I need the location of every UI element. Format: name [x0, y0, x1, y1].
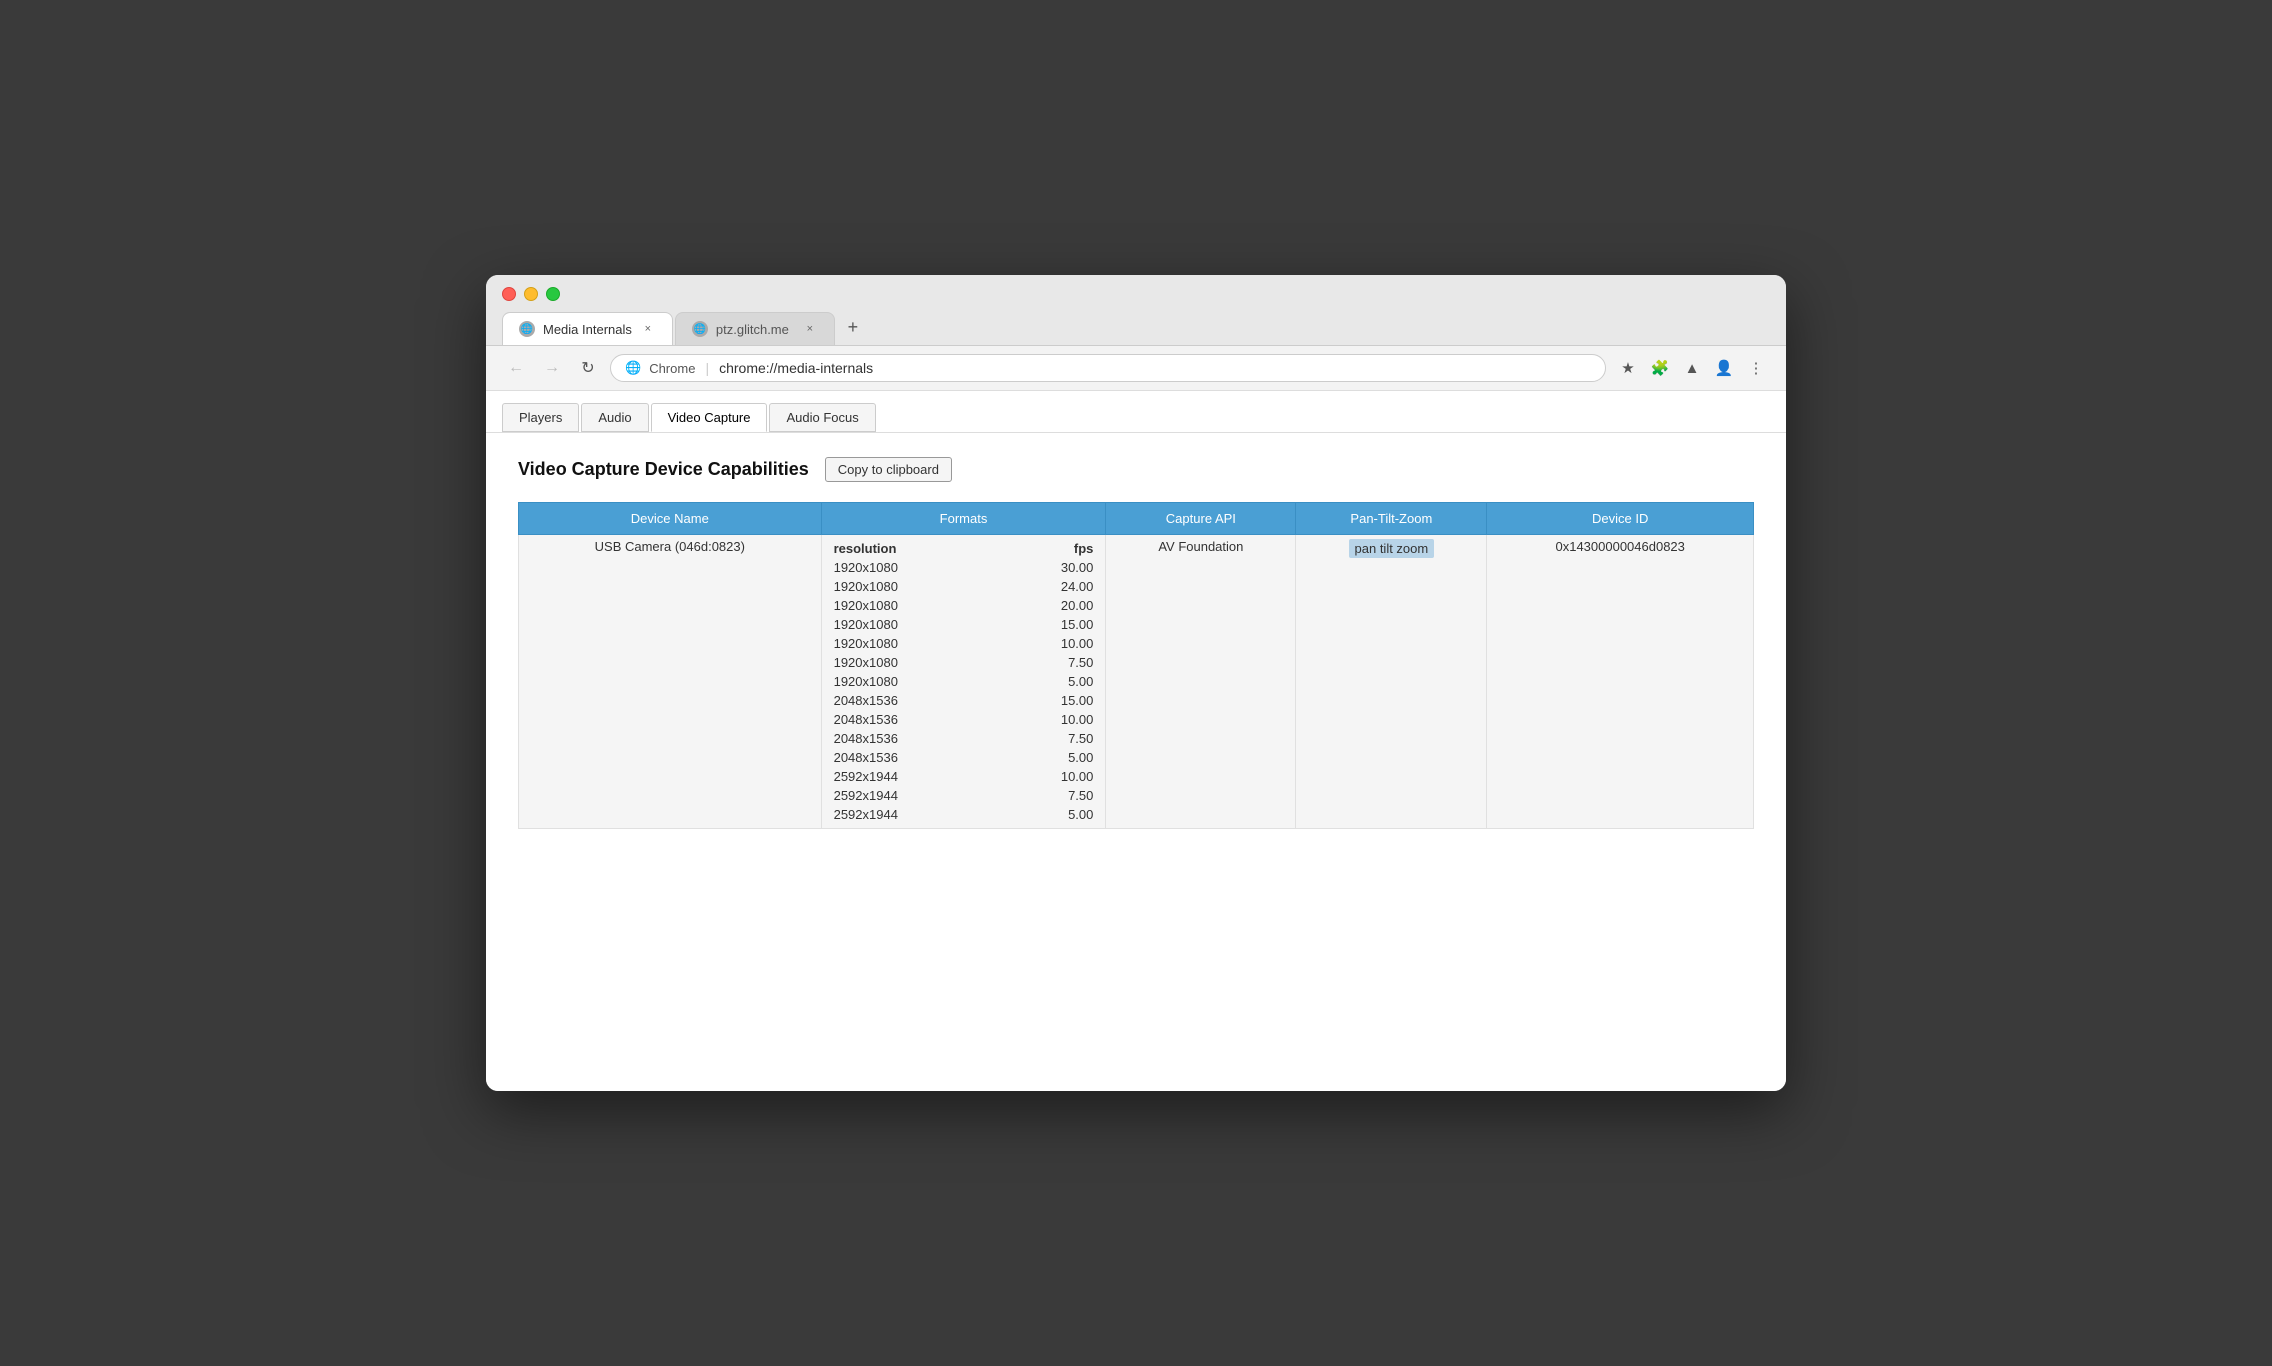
format-row: 1920x1080 7.50 — [834, 653, 1094, 672]
forward-button[interactable]: → — [538, 354, 566, 382]
col-header-device-name: Device Name — [519, 503, 822, 535]
toolbar-actions: ★ 🧩 ▲ 👤 ⋮ — [1614, 354, 1770, 382]
format-row: 1920x1080 5.00 — [834, 672, 1094, 691]
format-resolution: 1920x1080 — [834, 617, 924, 632]
format-row: 2592x1944 5.00 — [834, 805, 1094, 824]
format-row: 1920x1080 30.00 — [834, 558, 1094, 577]
extensions-icon[interactable]: 🧩 — [1646, 354, 1674, 382]
tab-audio-focus[interactable]: Audio Focus — [769, 403, 875, 432]
format-fps: 5.00 — [1043, 674, 1093, 689]
format-fps: 7.50 — [1043, 655, 1093, 670]
tab-label-ptz: ptz.glitch.me — [716, 322, 789, 337]
tab-favicon-media-internals: 🌐 — [519, 321, 535, 337]
resolution-header: resolution — [834, 541, 924, 556]
format-fps: 30.00 — [1043, 560, 1093, 575]
col-header-ptz: Pan-Tilt-Zoom — [1296, 503, 1487, 535]
tab-audio[interactable]: Audio — [581, 403, 648, 432]
format-resolution: 1920x1080 — [834, 674, 924, 689]
maximize-button[interactable] — [546, 287, 560, 301]
bookmark-icon[interactable]: ★ — [1614, 354, 1642, 382]
col-header-capture-api: Capture API — [1106, 503, 1296, 535]
format-row: 2048x1536 5.00 — [834, 748, 1094, 767]
copy-to-clipboard-button[interactable]: Copy to clipboard — [825, 457, 952, 482]
tab-favicon-ptz: 🌐 — [692, 321, 708, 337]
formats-cell: resolution fps 1920x1080 30.00 1920x1080 24.0… — [821, 535, 1106, 829]
browser-tab-ptz[interactable]: 🌐 ptz.glitch.me × — [675, 312, 835, 345]
browser-tab-media-internals[interactable]: 🌐 Media Internals × — [502, 312, 673, 345]
format-resolution: 2592x1944 — [834, 769, 924, 784]
format-row: 2592x1944 10.00 — [834, 767, 1094, 786]
format-fps: 7.50 — [1043, 731, 1093, 746]
col-header-formats: Formats — [821, 503, 1106, 535]
format-resolution: 2592x1944 — [834, 788, 924, 803]
browser-window: 🌐 Media Internals × 🌐 ptz.glitch.me × + … — [486, 275, 1786, 1091]
cast-icon[interactable]: ▲ — [1678, 354, 1706, 382]
format-fps: 24.00 — [1043, 579, 1093, 594]
format-resolution: 1920x1080 — [834, 598, 924, 613]
traffic-lights — [502, 287, 1770, 301]
format-row: 1920x1080 10.00 — [834, 634, 1094, 653]
format-fps: 5.00 — [1043, 750, 1093, 765]
address-bar[interactable]: 🌐 Chrome | chrome://media-internals — [610, 354, 1606, 382]
format-fps: 10.00 — [1043, 636, 1093, 651]
format-row: 1920x1080 20.00 — [834, 596, 1094, 615]
menu-icon[interactable]: ⋮ — [1742, 354, 1770, 382]
new-tab-button[interactable]: + — [837, 311, 869, 343]
format-fps: 20.00 — [1043, 598, 1093, 613]
format-resolution: 1920x1080 — [834, 579, 924, 594]
format-fps: 15.00 — [1043, 693, 1093, 708]
capture-api-cell: AV Foundation — [1106, 535, 1296, 829]
tab-close-media-internals[interactable]: × — [640, 321, 656, 337]
col-header-device-id: Device ID — [1487, 503, 1754, 535]
section-title: Video Capture Device Capabilities — [518, 459, 809, 480]
address-url: chrome://media-internals — [719, 360, 873, 376]
address-protocol: Chrome — [649, 361, 695, 376]
format-row: 2048x1536 10.00 — [834, 710, 1094, 729]
main-content: Video Capture Device Capabilities Copy t… — [486, 433, 1786, 853]
tab-label-media-internals: Media Internals — [543, 322, 632, 337]
close-button[interactable] — [502, 287, 516, 301]
tab-video-capture[interactable]: Video Capture — [651, 403, 768, 432]
format-row: 2048x1536 7.50 — [834, 729, 1094, 748]
tab-close-ptz[interactable]: × — [802, 321, 818, 337]
format-resolution: 1920x1080 — [834, 560, 924, 575]
format-resolution: 2048x1536 — [834, 750, 924, 765]
ptz-cell: pan tilt zoom — [1296, 535, 1487, 829]
format-resolution: 1920x1080 — [834, 655, 924, 670]
format-row: 1920x1080 24.00 — [834, 577, 1094, 596]
format-row: 2592x1944 7.50 — [834, 786, 1094, 805]
format-resolution: 2592x1944 — [834, 807, 924, 822]
section-header: Video Capture Device Capabilities Copy t… — [518, 457, 1754, 482]
back-button[interactable]: ← — [502, 354, 530, 382]
format-row: 1920x1080 15.00 — [834, 615, 1094, 634]
page-content: Players Audio Video Capture Audio Focus … — [486, 391, 1786, 1091]
device-id-cell: 0x14300000046d0823 — [1487, 535, 1754, 829]
address-separator: | — [705, 360, 709, 376]
tabs-bar: 🌐 Media Internals × 🌐 ptz.glitch.me × + — [502, 311, 1770, 345]
reload-button[interactable]: ↻ — [574, 354, 602, 382]
device-name-cell: USB Camera (046d:0823) — [519, 535, 822, 829]
format-fps: 10.00 — [1043, 769, 1093, 784]
format-resolution: 2048x1536 — [834, 731, 924, 746]
page-navigation: Players Audio Video Capture Audio Focus — [486, 391, 1786, 433]
format-fps: 10.00 — [1043, 712, 1093, 727]
title-bar: 🌐 Media Internals × 🌐 ptz.glitch.me × + — [486, 275, 1786, 346]
format-fps: 5.00 — [1043, 807, 1093, 822]
capabilities-table: Device Name Formats Capture API Pan-Tilt… — [518, 502, 1754, 829]
fps-header: fps — [1043, 541, 1093, 556]
profile-icon[interactable]: 👤 — [1710, 354, 1738, 382]
format-resolution: 2048x1536 — [834, 693, 924, 708]
minimize-button[interactable] — [524, 287, 538, 301]
format-fps: 7.50 — [1043, 788, 1093, 803]
address-security-icon: 🌐 — [625, 360, 641, 376]
format-resolution: 2048x1536 — [834, 712, 924, 727]
format-resolution: 1920x1080 — [834, 636, 924, 651]
toolbar: ← → ↻ 🌐 Chrome | chrome://media-internal… — [486, 346, 1786, 391]
tab-players[interactable]: Players — [502, 403, 579, 432]
ptz-value: pan tilt zoom — [1349, 539, 1435, 558]
format-row: 2048x1536 15.00 — [834, 691, 1094, 710]
table-row: USB Camera (046d:0823) resolution fps 1920x… — [519, 535, 1754, 829]
format-fps: 15.00 — [1043, 617, 1093, 632]
